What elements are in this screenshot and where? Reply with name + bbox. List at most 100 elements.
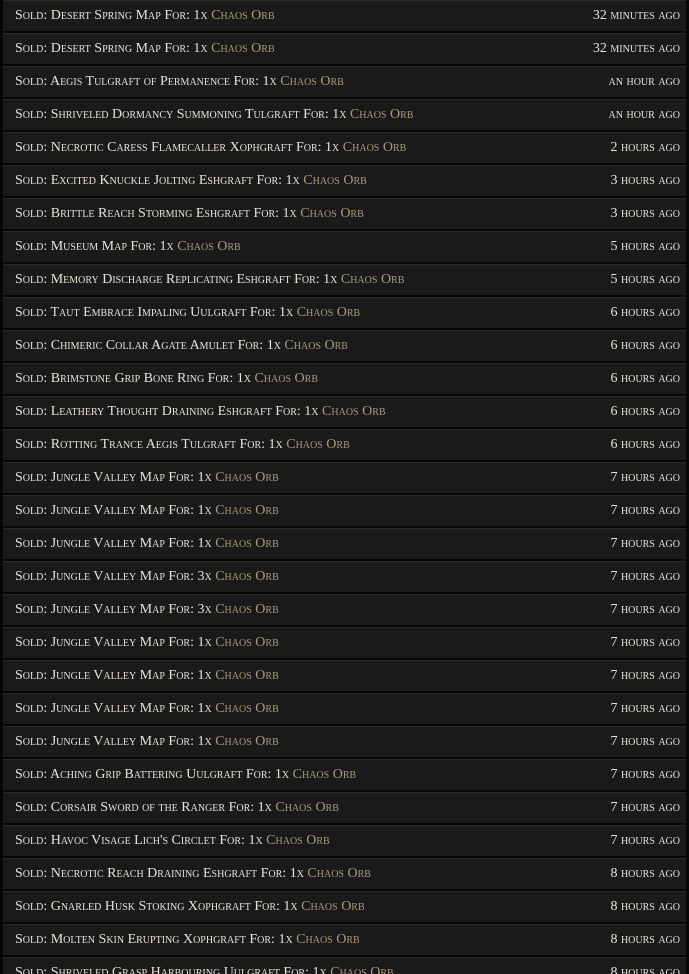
sale-message: Sold: Taut Embrace Impaling Uulgraft For… [15,298,360,328]
notification-row[interactable]: Sold: Jungle Valley Map For: 3x Chaos Or… [3,594,686,625]
currency-name: Chaos Orb [215,536,279,551]
sale-timestamp: 8 hours ago [610,899,680,914]
sale-message: Sold: Jungle Valley Map For: 1x Chaos Or… [15,694,279,724]
sale-timestamp: 7 hours ago [610,602,680,617]
notification-row[interactable]: Sold: Jungle Valley Map For: 1x Chaos Or… [3,726,686,757]
sale-text: Sold: Havoc Visage Lich's Circlet For: 1… [15,833,267,848]
sale-message: Sold: Corsair Sword of the Ranger For: 1… [15,793,339,823]
sale-text: Sold: Gnarled Husk Stoking Xophgraft For… [15,899,302,914]
notification-row[interactable]: Sold: Memory Discharge Replicating Eshgr… [3,264,686,295]
sale-text: Sold: Memory Discharge Replicating Eshgr… [15,272,341,287]
currency-name: Chaos Orb [280,74,344,89]
notification-row[interactable]: Sold: Chimeric Collar Agate Amulet For: … [3,330,686,361]
notification-row[interactable]: Sold: Jungle Valley Map For: 1x Chaos Or… [3,528,686,559]
sale-text: Sold: Shriveled Grasp Harbouring Uulgraf… [15,965,331,974]
sale-timestamp: 3 hours ago [610,206,680,221]
currency-name: Chaos Orb [340,272,405,287]
sale-timestamp: 7 hours ago [610,734,680,749]
sale-timestamp: 7 hours ago [610,503,680,518]
sale-text: Sold: Desert Spring Map For: 1x [15,41,212,56]
sale-message: Sold: Jungle Valley Map For: 1x Chaos Or… [15,463,279,493]
sale-timestamp: 6 hours ago [610,437,680,452]
currency-name: Chaos Orb [303,173,367,188]
currency-name: Chaos Orb [275,800,339,815]
notification-row[interactable]: Sold: Jungle Valley Map For: 1x Chaos Or… [3,660,686,691]
notification-row[interactable]: Sold: Museum Map For: 1x Chaos Orb 5 hour… [3,231,686,262]
sale-message: Sold: Shriveled Grasp Harbouring Uulgraf… [15,958,394,974]
sale-text: Sold: Jungle Valley Map For: 1x [15,470,216,485]
currency-name: Chaos Orb [215,701,279,716]
sale-timestamp: 6 hours ago [610,371,680,386]
sale-message: Sold: Memory Discharge Replicating Eshgr… [15,265,404,295]
notification-row[interactable]: Sold: Desert Spring Map For: 1x Chaos Or… [3,33,686,64]
sale-message: Sold: Jungle Valley Map For: 3x Chaos Or… [15,595,279,625]
sale-text: Sold: Desert Spring Map For: 1x [15,8,212,23]
sale-message: Sold: Excited Knuckle Jolting Eshgraft F… [15,166,367,196]
notification-row[interactable]: Sold: Aching Grip Battering Uulgraft For… [3,759,686,790]
sale-timestamp: 7 hours ago [610,800,680,815]
currency-name: Chaos Orb [177,239,241,254]
sold-notifications-list: Sold: Desert Spring Map For: 1x Chaos Or… [0,0,689,974]
notification-row[interactable]: Sold: Jungle Valley Map For: 3x Chaos Or… [3,561,686,592]
notification-row[interactable]: Sold: Shriveled Dormancy Summoning Tulgr… [3,99,686,130]
currency-name: Chaos Orb [349,107,414,122]
sale-text: Sold: Jungle Valley Map For: 1x [15,701,216,716]
sale-message: Sold: Brimstone Grip Bone Ring For: 1x C… [15,364,318,394]
currency-name: Chaos Orb [215,569,279,584]
sale-timestamp: 7 hours ago [610,569,680,584]
notification-row[interactable]: Sold: Molten Skin Erupting Xophgraft For… [3,924,686,955]
sale-message: Sold: Aching Grip Battering Uulgraft For… [15,760,356,790]
notification-row[interactable]: Sold: Excited Knuckle Jolting Eshgraft F… [3,165,686,196]
sale-message: Sold: Gnarled Husk Stoking Xophgraft For… [15,892,365,922]
notification-row[interactable]: Sold: Brittle Reach Storming Eshgraft Fo… [3,198,686,229]
notification-row[interactable]: Sold: Shriveled Grasp Harbouring Uulgraf… [3,957,686,974]
sale-message: Sold: Shriveled Dormancy Summoning Tulgr… [15,100,413,130]
sale-message: Sold: Jungle Valley Map For: 1x Chaos Or… [15,628,279,658]
sale-message: Sold: Jungle Valley Map For: 1x Chaos Or… [15,496,279,526]
notification-row[interactable]: Sold: Aegis Tulgraft of Permanence For: … [3,66,686,97]
notification-row[interactable]: Sold: Havoc Visage Lich's Circlet For: 1… [3,825,686,856]
sale-timestamp: 6 hours ago [610,338,680,353]
sale-timestamp: 32 minutes ago [592,41,680,56]
notification-row[interactable]: Sold: Leathery Thought Draining Eshgraft… [3,396,686,427]
notification-row[interactable]: Sold: Brimstone Grip Bone Ring For: 1x C… [3,363,686,394]
notification-row[interactable]: Sold: Rotting Trance Aegis Tulgraft For:… [3,429,686,460]
sale-timestamp: 8 hours ago [610,932,680,947]
sale-message: Sold: Necrotic Reach Draining Eshgraft F… [15,859,371,889]
sale-message: Sold: Brittle Reach Storming Eshgraft Fo… [15,199,364,229]
sale-timestamp: 7 hours ago [610,833,680,848]
currency-name: Chaos Orb [266,833,330,848]
sale-timestamp: 2 hours ago [610,140,680,155]
sale-text: Sold: Necrotic Reach Draining Eshgraft F… [15,866,308,881]
notification-row[interactable]: Sold: Necrotic Reach Draining Eshgraft F… [3,858,686,889]
sale-text: Sold: Chimeric Collar Agate Amulet For: … [15,338,285,353]
sale-text: Sold: Jungle Valley Map For: 1x [15,536,216,551]
notification-row[interactable]: Sold: Corsair Sword of the Ranger For: 1… [3,792,686,823]
sale-timestamp: an hour ago [608,74,680,89]
currency-name: Chaos Orb [342,140,407,155]
currency-name: Chaos Orb [211,41,275,56]
currency-name: Chaos Orb [292,767,357,782]
sale-timestamp: 32 minutes ago [592,8,680,23]
sale-text: Sold: Jungle Valley Map For: 1x [15,668,216,683]
sale-timestamp: an hour ago [608,107,680,122]
sale-text: Sold: Necrotic Caress Flamecaller Xophgr… [15,140,343,155]
notification-row[interactable]: Sold: Taut Embrace Impaling Uulgraft For… [3,297,686,328]
notification-row[interactable]: Sold: Jungle Valley Map For: 1x Chaos Or… [3,627,686,658]
currency-name: Chaos Orb [296,932,360,947]
notification-row[interactable]: Sold: Jungle Valley Map For: 1x Chaos Or… [3,495,686,526]
notification-row[interactable]: Sold: Jungle Valley Map For: 1x Chaos Or… [3,693,686,724]
sale-message: Sold: Jungle Valley Map For: 3x Chaos Or… [15,562,279,592]
notification-row[interactable]: Sold: Desert Spring Map For: 1x Chaos Or… [3,0,686,31]
sale-timestamp: 3 hours ago [610,173,680,188]
notification-row[interactable]: Sold: Necrotic Caress Flamecaller Xophgr… [3,132,686,163]
sale-message: Sold: Havoc Visage Lich's Circlet For: 1… [15,826,330,856]
currency-name: Chaos Orb [300,206,364,221]
sale-timestamp: 7 hours ago [610,635,680,650]
sale-text: Sold: Shriveled Dormancy Summoning Tulgr… [15,107,350,122]
sale-timestamp: 6 hours ago [610,305,680,320]
notification-row[interactable]: Sold: Jungle Valley Map For: 1x Chaos Or… [3,462,686,493]
notification-row[interactable]: Sold: Gnarled Husk Stoking Xophgraft For… [3,891,686,922]
sale-timestamp: 5 hours ago [610,239,680,254]
currency-name: Chaos Orb [215,734,279,749]
